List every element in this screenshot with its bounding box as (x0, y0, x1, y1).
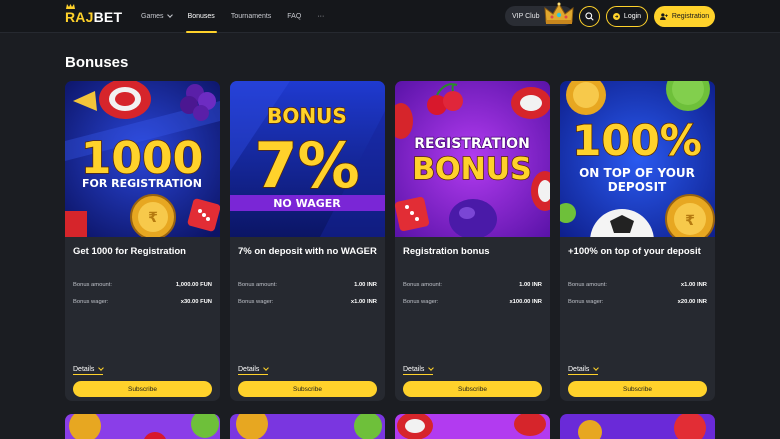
bonus-wager-row: Bonus wager: x100.00 INR (403, 299, 542, 305)
bonus-amount-row: Bonus amount: x1.00 INR (568, 282, 707, 288)
banner-headline: BONUS (267, 104, 347, 128)
registration-button[interactable]: Registration (654, 6, 715, 27)
bonus-card-partial[interactable] (560, 414, 715, 439)
bonus-amount-value: x1.00 INR (680, 282, 707, 288)
chevron-down-icon (263, 365, 270, 371)
svg-text:₹: ₹ (685, 213, 695, 229)
bonus-cards-row-2 (65, 414, 715, 439)
more-icon: ··· (317, 13, 325, 20)
nav-tournaments[interactable]: Tournaments (231, 0, 271, 33)
vip-club-button[interactable]: VIP Club (505, 2, 574, 26)
banner-subline: FOR REGISTRATION (82, 177, 202, 190)
subscribe-button[interactable]: Subscribe (568, 381, 707, 397)
subscribe-button[interactable]: Subscribe (73, 381, 212, 397)
details-label: Details (403, 366, 425, 373)
bonus-amount-value: 1.00 INR (519, 282, 542, 288)
banner-subline: BONUS (412, 152, 531, 187)
logo-text: RAJBET (65, 9, 123, 25)
details-label: Details (238, 366, 260, 373)
chevron-down-icon (98, 365, 105, 371)
bonus-banner-image[interactable]: ₹ 1000 FOR REGISTRATION (65, 81, 220, 237)
login-button[interactable]: Login (606, 6, 648, 27)
nav-bonuses[interactable]: Bonuses (185, 0, 218, 33)
bonus-wager-value: x30.00 FUN (180, 299, 212, 305)
main-nav: Games Bonuses Tournaments FAQ ··· (141, 0, 340, 33)
bonus-amount-label: Bonus amount: (568, 282, 607, 288)
bonus-title: Get 1000 for Registration (73, 246, 186, 257)
bonus-card-partial[interactable] (65, 414, 220, 439)
bonus-title: 7% on deposit with no WAGER (238, 246, 377, 257)
banner-subline-2: DEPOSIT (608, 180, 667, 194)
nav-games-label: Games (141, 13, 164, 20)
bonus-wager-label: Bonus wager: (73, 299, 109, 305)
banner-subline: NO WAGER (273, 197, 341, 210)
bonus-banner-image[interactable]: BONUS 7% NO WAGER (230, 81, 385, 237)
login-icon (612, 13, 620, 20)
bonus-card-partial[interactable] (395, 414, 550, 439)
bonus-wager-label: Bonus wager: (568, 299, 604, 305)
add-user-icon (659, 13, 668, 20)
nav-faq-label: FAQ (287, 13, 302, 20)
bonus-amount-row: Bonus amount: 1.00 INR (238, 282, 377, 288)
chevron-down-icon (166, 12, 173, 18)
bonus-card-partial[interactable] (230, 414, 385, 439)
bonus-wager-value: x1.00 INR (350, 299, 377, 305)
logo-crown-icon (66, 4, 75, 9)
details-toggle[interactable]: Details (73, 365, 105, 375)
details-label: Details (73, 366, 95, 373)
banner-subline: ON TOP OF YOUR (579, 166, 695, 180)
chevron-down-icon (428, 365, 435, 371)
bonus-wager-value: x20.00 INR (677, 299, 707, 305)
bonus-banner-image[interactable]: REGISTRATION BONUS (395, 81, 550, 237)
bonus-title: Registration bonus (403, 246, 490, 257)
search-button[interactable] (579, 6, 600, 27)
bonus-wager-row: Bonus wager: x1.00 INR (238, 299, 377, 305)
details-toggle[interactable]: Details (403, 365, 435, 375)
subscribe-button[interactable]: Subscribe (403, 381, 542, 397)
bonus-amount-value: 1.00 INR (354, 282, 377, 288)
chevron-down-icon (593, 365, 600, 371)
page-title: Bonuses (65, 54, 129, 71)
nav-tournaments-label: Tournaments (230, 13, 272, 20)
nav-bonuses-label: Bonuses (187, 13, 215, 20)
search-icon (585, 12, 594, 21)
bonus-wager-label: Bonus wager: (238, 299, 274, 305)
bonus-amount-label: Bonus amount: (403, 282, 442, 288)
bonus-title: +100% on top of your deposit (568, 246, 701, 257)
nav-games[interactable]: Games (141, 0, 173, 33)
rajbet-logo[interactable]: RAJBET (65, 4, 123, 25)
details-toggle[interactable]: Details (238, 365, 270, 375)
bonus-wager-row: Bonus wager: x20.00 INR (568, 299, 707, 305)
bonus-card: REGISTRATION BONUS Registration bonus Bo… (395, 81, 550, 401)
bonus-amount-row: Bonus amount: 1,000.00 FUN (73, 282, 212, 288)
nav-more[interactable]: ··· (317, 0, 324, 33)
bonus-card: BONUS 7% NO WAGER 7% on deposit with no … (230, 81, 385, 401)
details-label: Details (568, 366, 590, 373)
top-header: RAJBET Games Bonuses Tournaments FAQ ···… (0, 0, 780, 33)
bonus-wager-row: Bonus wager: x30.00 FUN (73, 299, 212, 305)
bonus-card: ₹ 1000 FOR REGISTRATION Get 1000 for Reg… (65, 81, 220, 401)
bonus-wager-label: Bonus wager: (403, 299, 439, 305)
login-label: Login (623, 13, 642, 20)
nav-faq[interactable]: FAQ (287, 0, 301, 33)
banner-headline: REGISTRATION (414, 136, 530, 152)
bonus-amount-label: Bonus amount: (73, 282, 112, 288)
crown-icon (544, 2, 574, 24)
bonus-amount-value: 1,000.00 FUN (175, 282, 212, 288)
registration-label: Registration (671, 13, 710, 20)
bonus-cards: ₹ 1000 FOR REGISTRATION Get 1000 for Reg… (65, 81, 715, 401)
banner-percent: 7% (254, 129, 359, 202)
bonus-card: ₹ 100% ON TOP OF YOUR DEPOSIT +100% on t… (560, 81, 715, 401)
bonus-wager-value: x100.00 INR (509, 299, 542, 305)
vip-club-label: VIP Club (512, 12, 540, 20)
subscribe-button[interactable]: Subscribe (238, 381, 377, 397)
banner-headline: 100% (572, 116, 702, 165)
svg-text:₹: ₹ (148, 210, 158, 226)
bonus-banner-image[interactable]: ₹ 100% ON TOP OF YOUR DEPOSIT (560, 81, 715, 237)
details-toggle[interactable]: Details (568, 365, 600, 375)
bonus-amount-label: Bonus amount: (238, 282, 277, 288)
bonus-amount-row: Bonus amount: 1.00 INR (403, 282, 542, 288)
